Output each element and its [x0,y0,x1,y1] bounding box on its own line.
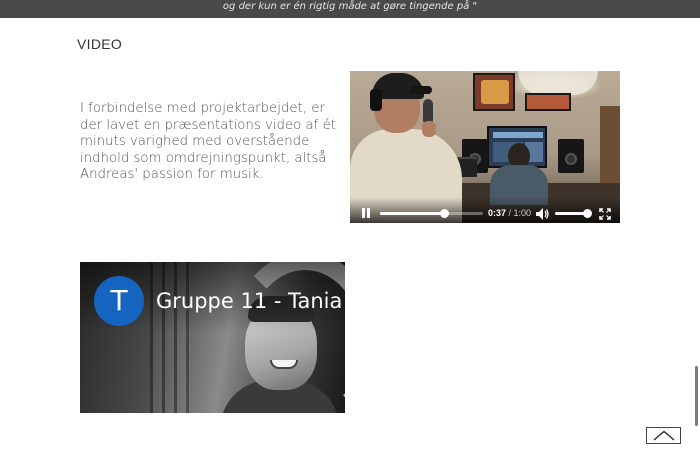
duration: 1:00 [513,208,532,218]
chevron-up-icon [653,430,675,441]
back-to-top-button[interactable] [646,427,681,444]
player-controls: 0:37 / 1:00 [350,197,620,223]
channel-avatar[interactable]: T [94,276,144,326]
volume-slider[interactable] [555,209,593,218]
fullscreen-icon[interactable] [599,207,611,220]
youtube-embed[interactable]: T Gruppe 11 - Tania [80,262,345,413]
section-title: VIDEO [77,36,123,52]
video-player[interactable]: 0:37 / 1:00 [350,71,620,223]
video-description: I forbindelse med projektarbejdet, er de… [80,101,336,183]
youtube-video-title[interactable]: Gruppe 11 - Tania [156,289,342,313]
pause-icon[interactable] [361,208,371,218]
seek-progress [380,212,444,215]
time-separator: / [506,208,514,218]
volume-handle[interactable] [583,209,593,218]
current-time: 0:37 [488,208,507,218]
scrollbar-thumb[interactable] [695,366,698,426]
header-quote: og der kun er én rigtig måde at gøre tin… [222,1,478,12]
time-display: 0:37 / 1:00 [488,208,531,218]
seek-bar[interactable] [380,209,483,218]
seek-handle[interactable] [439,209,449,218]
header-band: og der kun er én rigtig måde at gøre tin… [0,0,700,18]
volume-icon[interactable] [536,207,550,220]
